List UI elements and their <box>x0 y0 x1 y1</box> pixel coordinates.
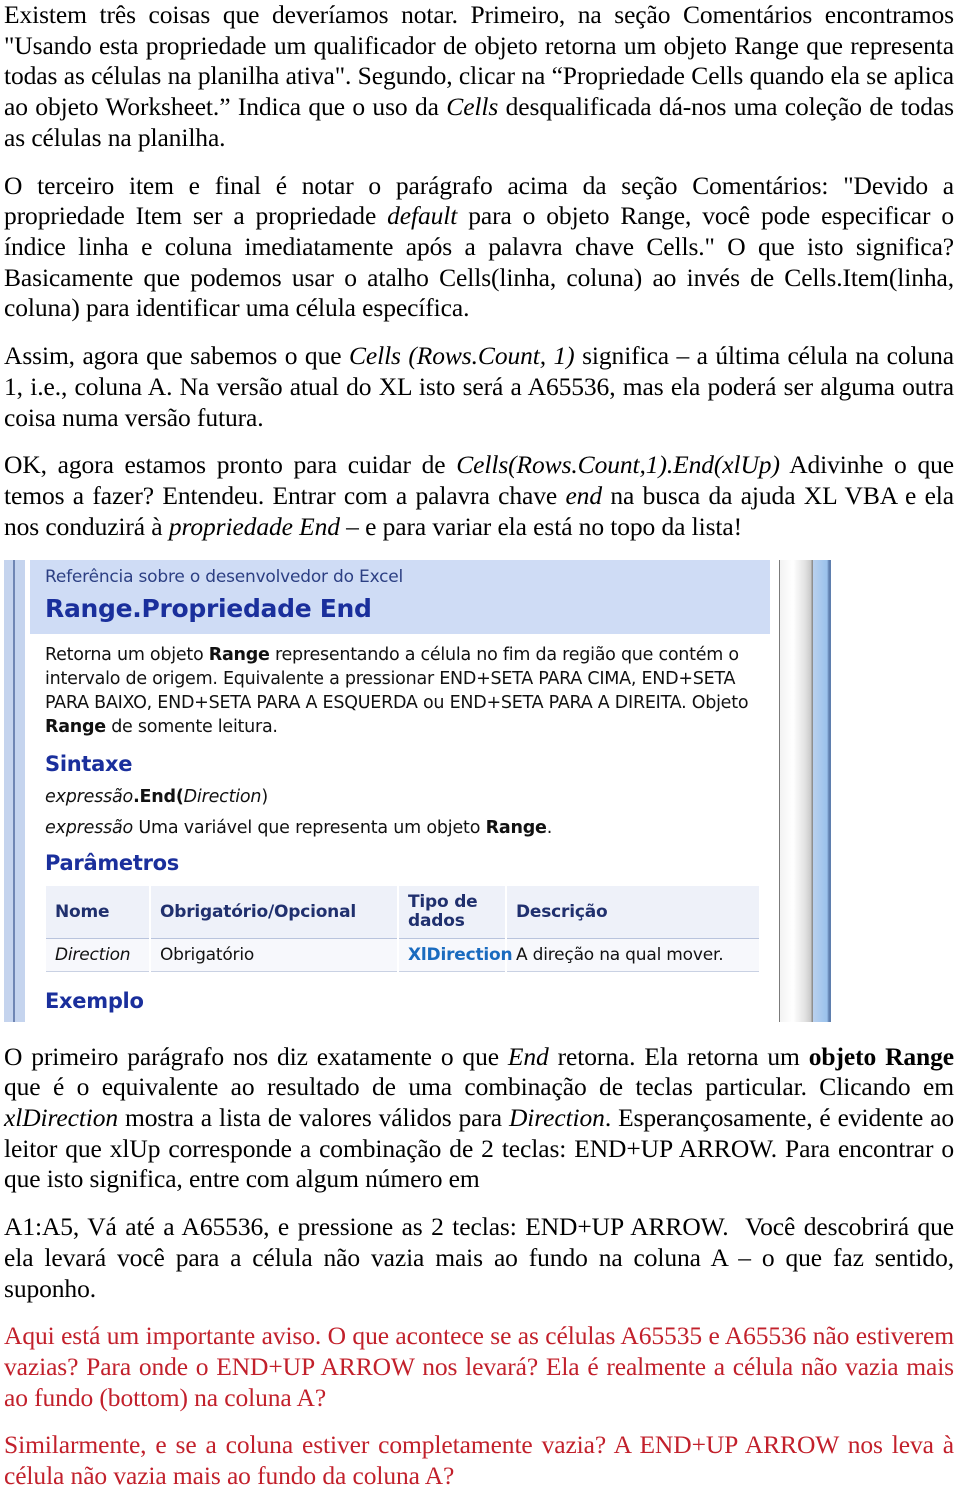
help-description: Retorna um objeto Range representando a … <box>30 634 770 740</box>
help-breadcrumb: Referência sobre o desenvolvedor do Exce… <box>30 559 770 593</box>
help-syntax-end: .End( <box>133 787 184 808</box>
cell-obrigatoriedade: Obrigatório <box>150 938 399 973</box>
help-expression-desc-range: Range <box>485 818 547 839</box>
help-window-content: Referência sobre o desenvolvedor do Exce… <box>30 559 770 1014</box>
help-page-title: Range.Propriedade End <box>30 592 770 634</box>
help-syntax-line: expressão.End(Direction) <box>30 776 770 807</box>
help-heading-exemplo: Exemplo <box>45 989 144 1014</box>
help-syntax-direction: Direction <box>183 787 262 808</box>
column-header-descricao: Descrição <box>506 886 761 940</box>
column-header-tipo-de-dados: Tipo de dados <box>398 886 507 940</box>
paragraph-2: O terceiro item e final é notar o parágr… <box>4 170 955 323</box>
paragraph-5: O primeiro parágrafo nos diz exatamente … <box>4 1041 954 1194</box>
excel-help-screenshot: Referência sobre o desenvolvedor do Exce… <box>4 559 849 1022</box>
column-header-obrigatoriedade: Obrigatório/Opcional <box>150 886 399 940</box>
parameters-table: Nome Obrigatório/Opcional Tipo de dados … <box>46 886 761 973</box>
help-syntax-paren: ) <box>261 787 268 808</box>
cell-tipo-link[interactable]: XlDirection <box>398 938 513 973</box>
cell-descricao: A direção na qual mover. <box>506 938 761 973</box>
table-row: Direction Obrigatório XlDirection A dire… <box>46 938 761 973</box>
help-window-scrollbar[interactable] <box>779 559 831 1022</box>
help-heading-parametros: Parâmetros <box>45 851 179 876</box>
help-description-range-1: Range <box>208 644 270 665</box>
column-header-nome: Nome <box>46 886 151 940</box>
help-description-text-3: de somente leitura. <box>105 716 278 737</box>
help-expression-desc-post: . <box>546 818 553 839</box>
help-window-left-edge <box>4 559 27 1022</box>
help-syntax-expression: expressão <box>45 787 134 808</box>
paragraph-3: Assim, agora que sabemos o que Cells (Ro… <box>4 341 954 432</box>
document-page: Existem três coisas que deveríamos notar… <box>0 0 960 1504</box>
cell-nome: Direction <box>46 938 151 973</box>
help-heading-sintaxe: Sintaxe <box>45 752 133 777</box>
help-expression-line: expressão Uma variável que representa um… <box>30 807 770 838</box>
help-expression-desc-pre: Uma variável que representa um objeto <box>133 818 486 839</box>
help-description-range-2: Range <box>45 716 106 737</box>
paragraph-8-warning: Similarmente, e se a coluna estiver comp… <box>4 1430 954 1491</box>
paragraph-6: A1:A5, Vá até a A65536, e pressione as 2… <box>4 1212 954 1303</box>
help-description-text-1: Retorna um objeto <box>45 644 209 665</box>
paragraph-4: OK, agora estamos pronto para cuidar de … <box>4 450 954 541</box>
table-header-row: Nome Obrigatório/Opcional Tipo de dados … <box>46 886 761 940</box>
paragraph-1: Existem três coisas que deveríamos notar… <box>4 0 954 152</box>
help-expression-label: expressão <box>45 818 134 839</box>
paragraph-7-warning: Aqui está um importante aviso. O que aco… <box>4 1321 954 1412</box>
